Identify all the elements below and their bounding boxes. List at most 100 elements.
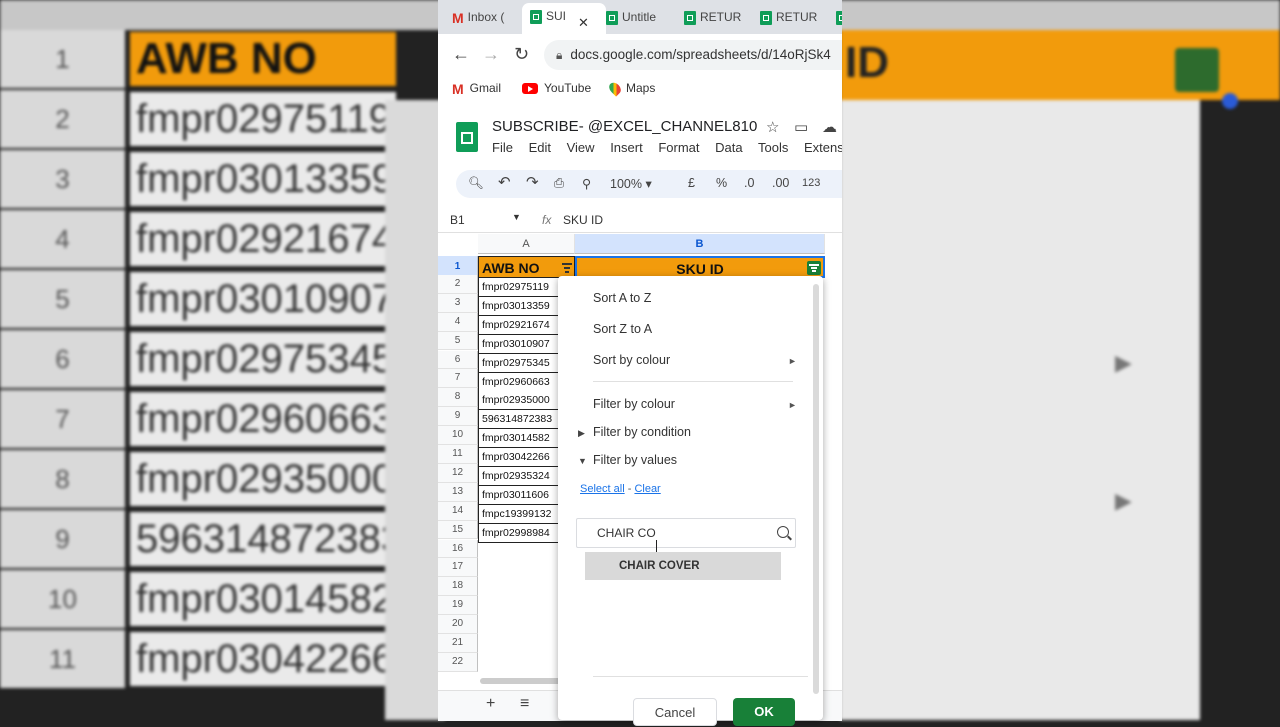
row-header[interactable]: 6	[438, 350, 478, 370]
filter-active-icon[interactable]	[807, 261, 821, 275]
cell-awb-no[interactable]: 596314872383	[478, 410, 560, 430]
row-header[interactable]: 10	[438, 426, 478, 445]
search-menus-icon[interactable]: 🔍︎	[468, 176, 484, 191]
currency-button[interactable]: £	[688, 176, 695, 190]
row-header[interactable]: 21	[438, 634, 478, 653]
cell-awb-no[interactable]: fmpr02975119	[478, 278, 560, 297]
select-all-link[interactable]: Select all	[580, 483, 625, 495]
ok-button[interactable]: OK	[733, 698, 795, 726]
autocomplete-suggestion[interactable]: CHAIR COVER	[585, 552, 781, 580]
row-header[interactable]: 5	[438, 331, 478, 351]
row-header[interactable]: 19	[438, 596, 478, 616]
tab-return-1[interactable]: RETUR	[684, 4, 752, 30]
sheets-logo-icon[interactable]	[456, 122, 478, 152]
bookmark-gmail[interactable]: M Gmail	[452, 81, 501, 97]
cell-awb-no[interactable]: fmpr02975345	[478, 353, 560, 373]
menu-data[interactable]: Data	[715, 140, 742, 155]
row-header[interactable]: 3	[438, 293, 478, 313]
tab-untitled[interactable]: Untitle	[606, 4, 674, 30]
reload-icon[interactable]: ↻	[514, 44, 529, 65]
tab-label: Inbox (	[467, 10, 505, 24]
add-sheet-icon[interactable]: +	[486, 695, 495, 713]
header-cell-sku[interactable]: SKU ID	[575, 256, 825, 278]
cell-awb-no[interactable]: fmpc19399132	[478, 504, 560, 524]
row-header[interactable]: 4	[438, 312, 478, 332]
all-sheets-icon[interactable]: ≡	[520, 695, 529, 713]
undo-icon[interactable]: ↶	[498, 173, 511, 191]
filter-icon[interactable]	[560, 261, 574, 275]
cloud-status-icon[interactable]: ☁	[822, 118, 837, 136]
menu-format[interactable]: Format	[658, 140, 699, 155]
bookmarks-bar: M Gmail YouTube Maps	[438, 76, 842, 102]
sort-z-to-a[interactable]: Sort Z to A	[593, 322, 652, 336]
increase-decimal-button[interactable]: .00	[772, 176, 789, 190]
cell-awb-no[interactable]: fmpr02921674	[478, 315, 560, 335]
move-folder-icon[interactable]: ▭	[794, 118, 808, 136]
redo-icon[interactable]: ↷	[526, 173, 539, 191]
print-icon[interactable]: ⎙	[554, 176, 564, 191]
tab-partial[interactable]	[836, 4, 842, 30]
sort-a-to-z[interactable]: Sort A to Z	[593, 291, 651, 305]
close-icon[interactable]: ✕	[578, 10, 589, 34]
percent-button[interactable]: %	[716, 176, 727, 190]
row-header[interactable]: 8	[438, 388, 478, 408]
row-header[interactable]: 16	[438, 539, 478, 559]
bookmark-maps[interactable]: Maps	[606, 80, 655, 97]
paint-format-icon[interactable]: ⚲	[582, 176, 591, 191]
gmail-icon: M	[452, 81, 464, 97]
back-arrow-icon[interactable]: ←	[452, 44, 470, 65]
cell-awb-no[interactable]: fmpr02998984	[478, 523, 560, 543]
filter-search-input[interactable]: CHAIR CO	[576, 518, 796, 548]
decrease-decimal-button[interactable]: .0	[744, 176, 754, 190]
search-icon[interactable]	[777, 526, 789, 538]
menu-tools[interactable]: Tools	[758, 140, 788, 155]
column-header-a[interactable]: A	[478, 234, 575, 254]
row-header[interactable]: 14	[438, 501, 478, 521]
filter-by-colour[interactable]: Filter by colour	[593, 397, 675, 411]
menu-insert[interactable]: Insert	[610, 140, 643, 155]
cell-awb-no[interactable]: fmpr03042266	[478, 448, 560, 468]
chevron-down-icon[interactable]: ▼	[512, 212, 521, 222]
filter-by-values[interactable]: Filter by values	[593, 453, 677, 467]
cell-awb-no[interactable]: fmpr02935000	[478, 391, 560, 411]
menu-view[interactable]: View	[567, 140, 595, 155]
menu-extensions[interactable]: Extensio	[804, 140, 842, 155]
cell-awb-no[interactable]: fmpr02960663	[478, 372, 560, 392]
row-header[interactable]: 20	[438, 615, 478, 634]
menu-edit[interactable]: Edit	[529, 140, 551, 155]
row-header[interactable]: 2	[438, 274, 478, 294]
cell-awb-no[interactable]: fmpr03011606	[478, 485, 560, 505]
row-header[interactable]: 12	[438, 463, 478, 483]
cell-awb-no[interactable]: fmpr02935324	[478, 467, 560, 486]
menu-file[interactable]: File	[492, 140, 513, 155]
tab-inbox[interactable]: M Inbox (	[452, 4, 514, 30]
row-header[interactable]: 22	[438, 652, 478, 672]
row-header[interactable]: 18	[438, 577, 478, 597]
cell-awb-no[interactable]: fmpr03013359	[478, 296, 560, 316]
tab-subscribe[interactable]: SUI ✕	[522, 3, 606, 34]
sort-by-colour[interactable]: Sort by colour	[593, 353, 670, 367]
row-header[interactable]: 7	[438, 369, 478, 389]
row-header[interactable]: 15	[438, 520, 478, 540]
cell-awb-no[interactable]: fmpr03014582	[478, 429, 560, 449]
row-header[interactable]: 9	[438, 407, 478, 427]
row-header[interactable]: 13	[438, 482, 478, 502]
star-icon[interactable]: ☆	[766, 118, 779, 136]
doc-title[interactable]: SUBSCRIBE- @EXCEL_CHANNEL810	[492, 118, 757, 135]
cancel-button[interactable]: Cancel	[633, 698, 717, 726]
name-box[interactable]: B1	[450, 213, 465, 227]
clear-link[interactable]: Clear	[634, 483, 660, 495]
filter-by-condition[interactable]: Filter by condition	[593, 425, 691, 439]
row-header[interactable]: 11	[438, 445, 478, 464]
column-header-b[interactable]: B	[575, 234, 825, 254]
tab-return-2[interactable]: RETUR	[760, 4, 828, 30]
number-format-button[interactable]: 123	[802, 177, 820, 189]
row-header[interactable]: 17	[438, 558, 478, 578]
zoom-select[interactable]: 100% ▾	[610, 176, 652, 191]
url-field[interactable]: 🔒︎ docs.google.com/spreadsheets/d/14oRjSk…	[544, 40, 842, 70]
menu-scrollbar[interactable]	[813, 284, 819, 694]
forward-arrow-icon[interactable]: →	[482, 44, 500, 65]
cell-awb-no[interactable]: fmpr03010907	[478, 334, 560, 354]
formula-content[interactable]: SKU ID	[563, 213, 603, 227]
bookmark-youtube[interactable]: YouTube	[522, 81, 591, 95]
